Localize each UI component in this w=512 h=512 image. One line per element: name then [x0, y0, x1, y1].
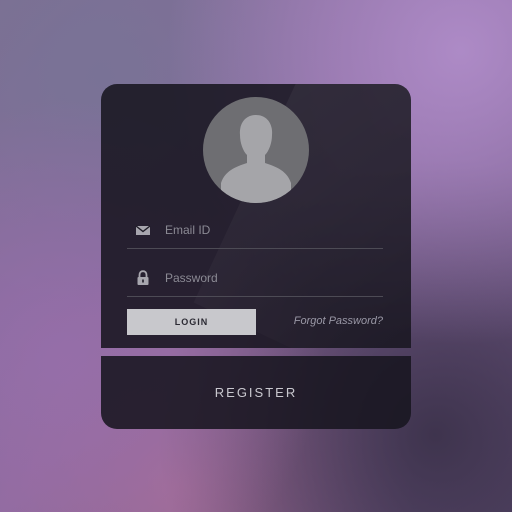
- register-button[interactable]: REGISTER: [101, 356, 411, 429]
- password-field: [127, 262, 383, 297]
- login-panel: LOGIN Forgot Password?: [101, 84, 411, 348]
- email-input[interactable]: [165, 220, 375, 240]
- avatar: [203, 97, 309, 203]
- user-silhouette-icon: [221, 115, 291, 203]
- envelope-icon: [135, 225, 151, 235]
- login-button[interactable]: LOGIN: [127, 309, 256, 335]
- forgot-password-link[interactable]: Forgot Password?: [294, 315, 383, 327]
- lock-icon: [137, 270, 149, 285]
- password-input[interactable]: [165, 268, 375, 288]
- register-panel: REGISTER: [101, 356, 411, 429]
- email-field: [127, 214, 383, 249]
